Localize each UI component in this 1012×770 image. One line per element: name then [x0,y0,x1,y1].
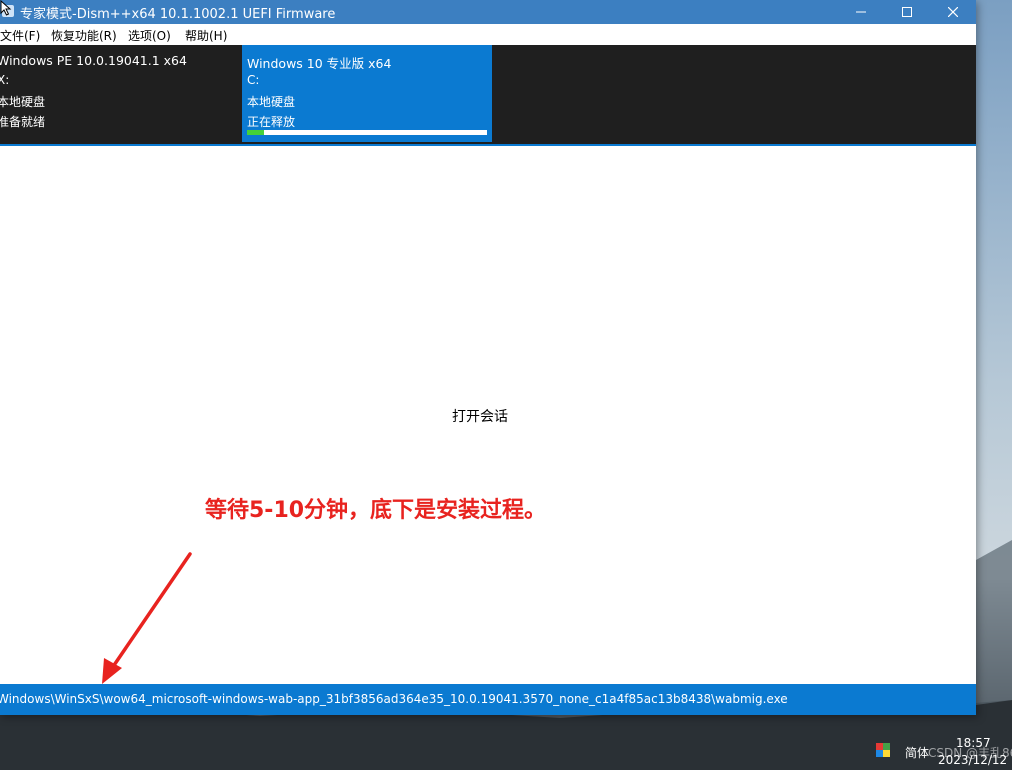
window-title: 专家模式-Dism++x64 10.1.1002.1 UEFI Firmware [20,7,336,22]
annotation-arrow [102,552,192,684]
menu-restore[interactable]: 恢复功能(R) [51,27,117,44]
menu-file[interactable]: 文件(F) [0,27,40,44]
maximize-icon [902,7,912,17]
session-card-win10[interactable]: Windows 10 专业版 x64 C: 本地硬盘 正在释放 [242,45,492,142]
menu-bar: 文件(F) 恢复功能(R) 选项(O) 帮助(H) [0,24,976,45]
status-file-path: Windows\WinSxS\wow64_microsoft-windows-w… [0,692,788,706]
title-bar[interactable]: 专家模式-Dism++x64 10.1.1002.1 UEFI Firmware [0,0,976,24]
close-icon [948,7,958,17]
minimize-icon [856,11,866,13]
close-button[interactable] [930,0,976,24]
mouse-cursor-icon [0,0,12,16]
session-status: 正在释放 [247,115,296,129]
open-session-text[interactable]: 打开会话 [452,406,508,426]
status-bar: Windows\WinSxS\wow64_microsoft-windows-w… [0,684,976,715]
session-os-name: Windows 10 专业版 x64 [247,56,392,71]
content-area: 打开会话 等待5-10分钟，底下是安装过程。 [0,146,976,684]
session-progress-fill [247,130,264,135]
session-card-winpe[interactable]: Windows PE 10.0.19041.1 x64 X: 本地硬盘 准备就绪 [0,45,240,142]
annotation-text: 等待5-10分钟，底下是安装过程。 [205,498,547,523]
session-disk-type: 本地硬盘 [0,95,46,109]
dism-window: 专家模式-Dism++x64 10.1.1002.1 UEFI Firmware… [0,0,976,715]
session-bar: Windows PE 10.0.19041.1 x64 X: 本地硬盘 准备就绪… [0,45,976,146]
clock-date[interactable]: 2023/12/12 [938,753,1007,767]
session-status: 准备就绪 [0,115,46,129]
taskbar: 简体 CSDN @丰乱86 18:57 2023/12/12 [0,730,1012,770]
session-drive: X: [0,73,10,87]
menu-help[interactable]: 帮助(H) [185,27,227,44]
ime-indicator[interactable]: 简体 [905,744,929,761]
color-tray-icon[interactable] [876,743,890,757]
clock-time[interactable]: 18:57 [956,736,991,750]
session-disk-type: 本地硬盘 [247,95,296,109]
minimize-button[interactable] [838,0,884,24]
session-os-name: Windows PE 10.0.19041.1 x64 [0,53,187,68]
maximize-button[interactable] [884,0,930,24]
session-drive: C: [247,73,260,87]
menu-options[interactable]: 选项(O) [128,27,171,44]
session-progress-bar [247,130,487,135]
